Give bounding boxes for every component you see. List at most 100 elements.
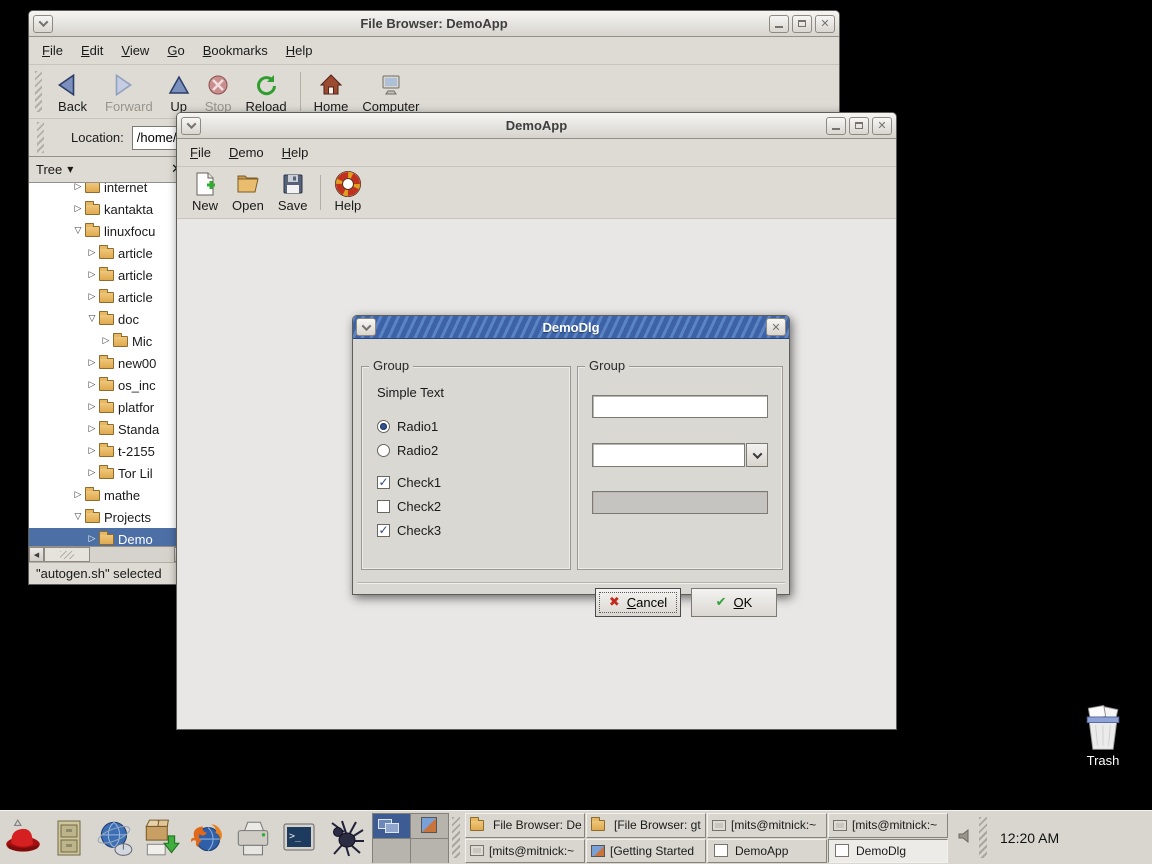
terminal-launcher[interactable]: >_ [276,814,322,862]
workspace-4[interactable] [411,839,448,863]
menu-edit[interactable]: Edit [72,39,112,62]
back-button[interactable]: Back [47,69,98,115]
expander-collapsed-icon[interactable]: ▷ [85,402,99,412]
taskbar-window-button[interactable]: File Browser: De [465,813,585,838]
window-menu-button[interactable] [33,15,53,33]
checkbox-icon[interactable] [377,500,390,513]
expander-collapsed-icon[interactable]: ▷ [71,183,85,192]
taskbar-window-button[interactable]: DemoApp [707,839,827,863]
menu-help[interactable]: Help [273,141,318,164]
tree-row[interactable]: ▷kantakta [29,198,176,220]
menu-help[interactable]: Help [277,39,322,62]
maximize-button[interactable] [792,15,812,33]
expander-collapsed-icon[interactable]: ▷ [85,380,99,390]
side-pane-header[interactable]: Tree ▼ ✕ [29,157,189,183]
reload-button[interactable]: Reload [238,69,293,115]
open-button[interactable]: Open [225,168,271,214]
workspace-1-active[interactable] [373,814,410,838]
taskbar-window-button[interactable]: [mits@mitnick:~ [828,813,948,838]
forward-button[interactable]: Forward [98,69,160,115]
home-button[interactable]: Home [307,69,356,115]
close-button[interactable]: ✕ [872,117,892,135]
bug-tool-launcher[interactable] [322,814,368,862]
tree-row[interactable]: ▷mathe [29,484,176,506]
expander-collapsed-icon[interactable]: ▷ [85,270,99,280]
window-menu-button[interactable] [356,318,376,336]
window-menu-button[interactable] [181,117,201,135]
demoapp-titlebar[interactable]: DemoApp ✕ [177,113,896,139]
menu-file[interactable]: File [33,39,72,62]
expander-collapsed-icon[interactable]: ▷ [99,336,113,346]
side-pane-view-label[interactable]: Tree [36,162,62,177]
check2-option[interactable]: Check2 [377,499,441,514]
tree-row[interactable]: ▷article [29,264,176,286]
radio1-option[interactable]: Radio1 [377,419,438,434]
expander-collapsed-icon[interactable]: ▷ [85,424,99,434]
expander-collapsed-icon[interactable]: ▷ [85,468,99,478]
expander-collapsed-icon[interactable]: ▷ [71,490,85,500]
tree-row[interactable]: ▷platfor [29,396,176,418]
expander-collapsed-icon[interactable]: ▷ [71,204,85,214]
tree-row[interactable]: ▷Tor Lil [29,462,176,484]
close-button[interactable]: ✕ [766,318,786,336]
tree-row[interactable]: ▷Mic [29,330,176,352]
taskbar-window-button-active[interactable]: DemoDlg [828,839,948,863]
cancel-button[interactable]: ✖ Cancel [595,588,681,617]
scrollbar-thumb[interactable] [44,547,90,562]
menu-go[interactable]: Go [158,39,193,62]
ok-button[interactable]: ✔ OK [691,588,777,617]
radio2-option[interactable]: Radio2 [377,443,438,458]
expander-collapsed-icon[interactable]: ▷ [85,358,99,368]
file-manager-launcher[interactable] [46,814,92,862]
tree-horizontal-scrollbar[interactable]: ◀ ▶ [29,546,189,562]
radio-button-icon[interactable] [377,444,390,457]
expander-expanded-icon[interactable]: ▽ [71,512,85,522]
stop-button[interactable]: Stop [198,69,239,115]
expander-collapsed-icon[interactable]: ▷ [85,446,99,456]
checkbox-icon[interactable] [377,476,390,489]
toolbar-grip[interactable] [35,71,42,112]
combo-entry[interactable] [592,443,745,467]
new-button[interactable]: New [185,168,225,214]
panel-grip[interactable] [452,817,460,858]
combo-box[interactable] [592,443,768,467]
expander-collapsed-icon[interactable]: ▷ [85,248,99,258]
close-button[interactable]: ✕ [815,15,835,33]
taskbar-window-button[interactable]: [mits@mitnick:~ [465,839,585,863]
up-button[interactable]: Up [160,69,198,115]
scroll-left-icon[interactable]: ◀ [29,547,44,562]
workspace-2[interactable] [411,814,448,838]
tree-row[interactable]: ▽linuxfocu [29,220,176,242]
tree-row-selected[interactable]: ▷Demo [29,528,176,546]
maximize-button[interactable] [849,117,869,135]
web-browser-launcher[interactable] [92,814,138,862]
menu-demo[interactable]: Demo [220,141,273,164]
tree-row[interactable]: ▷os_inc [29,374,176,396]
print-manager-launcher[interactable] [230,814,276,862]
tree-row[interactable]: ▷internet [29,183,176,198]
taskbar-window-button[interactable]: [Getting Started [586,839,706,863]
expander-collapsed-icon[interactable]: ▷ [85,534,99,544]
menu-file[interactable]: File [181,141,220,164]
check1-option[interactable]: Check1 [377,475,441,490]
menu-bookmarks[interactable]: Bookmarks [194,39,277,62]
text-entry[interactable] [592,395,768,418]
file-browser-titlebar[interactable]: File Browser: DemoApp ✕ [29,11,839,37]
main-menu-redhat-button[interactable] [0,814,46,862]
checkbox-icon[interactable] [377,524,390,537]
package-tool-launcher[interactable] [138,814,184,862]
clock-grip[interactable] [979,817,987,858]
demodlg-titlebar[interactable]: DemoDlg ✕ [353,316,789,339]
volume-control[interactable] [956,826,976,849]
check3-option[interactable]: Check3 [377,523,441,538]
menu-view[interactable]: View [112,39,158,62]
trash-desktop-icon[interactable]: Trash [1070,705,1136,768]
expander-expanded-icon[interactable]: ▽ [85,314,99,324]
workspace-switcher[interactable] [372,813,449,863]
tree-row[interactable]: ▽doc [29,308,176,330]
taskbar-window-button[interactable]: [File Browser: gt [586,813,706,838]
tree-row[interactable]: ▷new00 [29,352,176,374]
expander-expanded-icon[interactable]: ▽ [71,226,85,236]
mozilla-browser-launcher[interactable] [184,814,230,862]
tree-row[interactable]: ▷t-2155 [29,440,176,462]
